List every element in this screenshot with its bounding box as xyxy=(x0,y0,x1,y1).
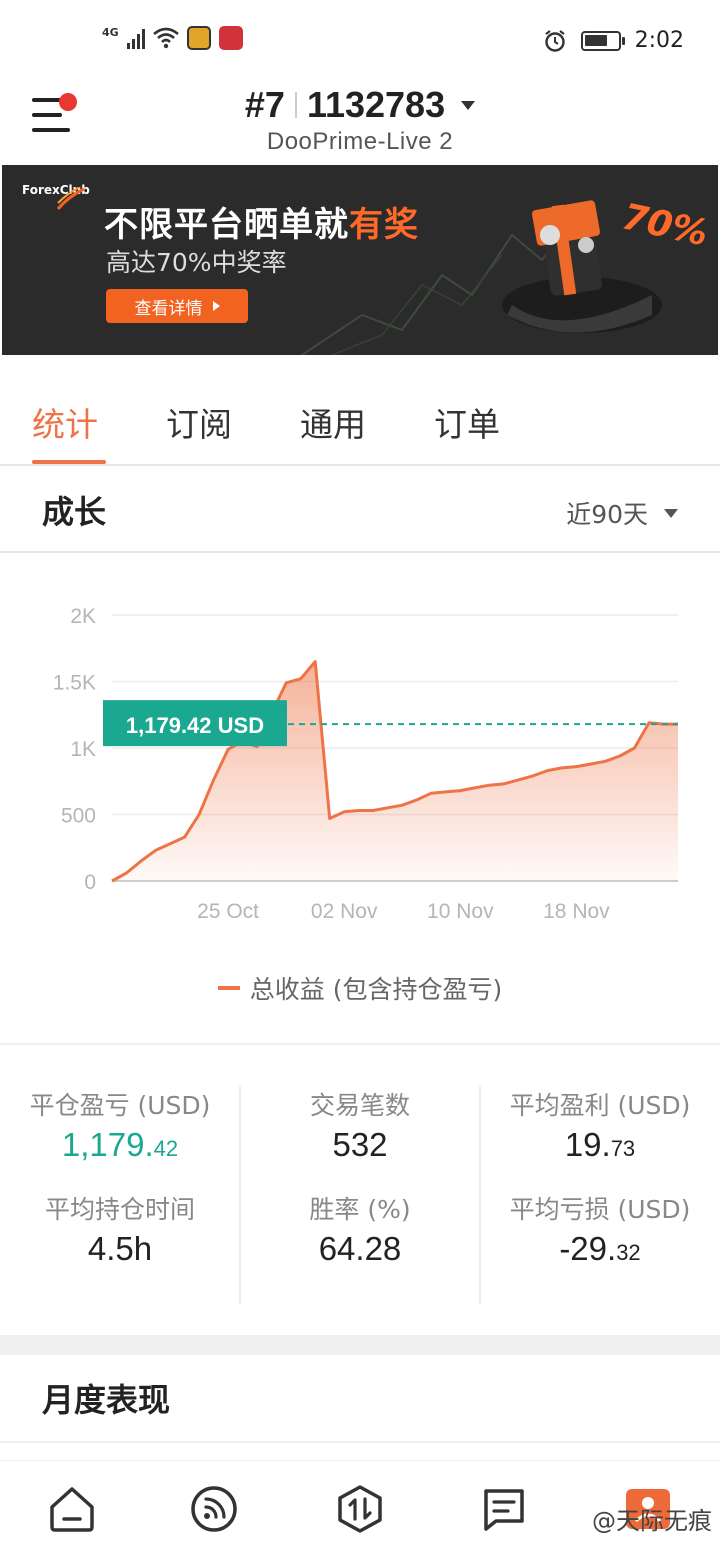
active-tab-indicator xyxy=(32,460,106,464)
alarm-icon xyxy=(544,29,565,52)
chevron-down-icon xyxy=(664,508,678,518)
growth-chart[interactable]: 0 500 1K 1.5K 2K 25 Oct 02 Nov 10 Nov 18 Nov 1,17… xyxy=(0,555,720,1045)
battery-icon xyxy=(580,30,625,51)
x-tick-label: 18 Nov xyxy=(543,900,610,923)
x-tick-label: 02 Nov xyxy=(311,900,378,923)
home-icon[interactable] xyxy=(46,1483,98,1535)
stat-avg-profit: 平均盈利 (USD) 19.73 xyxy=(480,1086,720,1164)
tab-stats[interactable]: 统计 xyxy=(32,398,98,446)
chart-legend: 总收益 (包含持仓盈亏) xyxy=(0,970,720,1006)
stat-value: 1,179.42 xyxy=(61,1126,179,1163)
y-tick-label: 500 xyxy=(61,805,96,828)
stat-value: 4.5h xyxy=(87,1230,153,1267)
x-tick-label: 25 Oct xyxy=(197,900,259,923)
stat-closed-pnl: 平仓盈亏 (USD) 1,179.42 xyxy=(0,1086,240,1164)
banner-subtitle: 高达70%中奖率 xyxy=(106,248,287,277)
stat-win-rate: 胜率 (%) 64.28 xyxy=(240,1190,480,1268)
stat-avg-loss: 平均亏损 (USD) -29.32 xyxy=(480,1190,720,1268)
banner-title: 不限平台晒单就有奖 xyxy=(104,197,419,246)
stat-value: -29.32 xyxy=(559,1230,641,1267)
banner-title-highlight: 有奖 xyxy=(349,205,419,245)
tab-bar: 统计 订阅 通用 订单 xyxy=(0,356,720,466)
status-icons-left: 4G xyxy=(102,26,243,50)
stat-label: 交易笔数 xyxy=(309,1091,410,1120)
promo-banner[interactable]: ForexClub 不限平台晒单就有奖 高达70%中奖率 查看详情 70% xyxy=(2,165,718,355)
stat-label: 平均持仓时间 xyxy=(44,1195,195,1224)
cell-signal-icon xyxy=(126,27,145,49)
view-details-button[interactable]: 查看详情 xyxy=(106,289,248,323)
message-icon[interactable] xyxy=(478,1483,530,1535)
stat-label: 平仓盈亏 (USD) xyxy=(29,1091,211,1120)
separator xyxy=(294,92,297,118)
y-tick-label: 1.5K xyxy=(53,672,96,695)
status-bar: 4G 2:02 xyxy=(0,0,720,84)
play-arrow-icon xyxy=(212,301,220,311)
stat-avg-hold-time: 平均持仓时间 4.5h xyxy=(0,1190,240,1268)
clock: 2:02 xyxy=(634,28,684,53)
account-number: 1132783 xyxy=(306,84,446,125)
stat-label: 平均亏损 (USD) xyxy=(509,1195,691,1224)
section-divider xyxy=(0,1335,720,1355)
stat-value: 64.28 xyxy=(318,1230,402,1267)
tab-orders[interactable]: 订单 xyxy=(434,398,500,446)
notification-bank-icon xyxy=(218,26,243,50)
signal-feed-icon[interactable] xyxy=(188,1483,240,1535)
account-selector[interactable]: #7 1132783 DooPrime-Live 2 xyxy=(0,84,720,156)
value-tooltip-label: 1,179.42 USD xyxy=(126,713,264,738)
series-area xyxy=(112,661,678,881)
brand-mark-icon xyxy=(56,187,85,210)
trade-arrows-icon[interactable] xyxy=(334,1483,386,1535)
app-header: #7 1132783 DooPrime-Live 2 xyxy=(0,84,720,164)
notification-app-icon xyxy=(186,26,211,50)
status-icons-right: 2:02 xyxy=(543,28,684,53)
period-label: 近90天 xyxy=(566,500,648,529)
growth-section-header: 成长 近90天 xyxy=(0,467,720,553)
watermark-text: @天际无痕 xyxy=(592,1507,712,1535)
stat-label: 平均盈利 (USD) xyxy=(509,1091,691,1120)
growth-title: 成长 xyxy=(42,493,107,531)
banner-title-main: 不限平台晒单就 xyxy=(104,205,349,245)
legend-swatch xyxy=(217,986,240,990)
stats-grid: 平仓盈亏 (USD) 1,179.42 交易笔数 532 平均盈利 (USD) … xyxy=(0,1048,720,1333)
stat-value: 532 xyxy=(332,1126,388,1163)
y-tick-label: 0 xyxy=(84,871,96,894)
bottom-nav: @天际无痕 xyxy=(0,1460,720,1560)
x-tick-label: 10 Nov xyxy=(427,900,494,923)
network-type: 4G xyxy=(102,25,119,39)
tab-subscribe[interactable]: 订阅 xyxy=(166,398,232,446)
server-name: DooPrime-Live 2 xyxy=(266,128,454,155)
view-details-label: 查看详情 xyxy=(134,298,203,319)
monthly-title: 月度表现 xyxy=(42,1381,171,1419)
chevron-down-icon xyxy=(461,100,476,110)
period-selector[interactable]: 近90天 xyxy=(566,495,678,531)
legend-label: 总收益 (包含持仓盈亏) xyxy=(249,975,503,1004)
tab-general[interactable]: 通用 xyxy=(300,398,366,446)
y-tick-label: 2K xyxy=(70,605,96,628)
stat-label: 胜率 (%) xyxy=(309,1195,411,1224)
stat-trade-count: 交易笔数 532 xyxy=(240,1086,480,1164)
y-tick-label: 1K xyxy=(70,738,96,761)
growth-chart-svg: 0 500 1K 1.5K 2K 25 Oct 02 Nov 10 Nov 18 Nov 1,17… xyxy=(53,605,678,923)
stat-value: 19.73 xyxy=(564,1126,636,1163)
account-prefix: #7 xyxy=(244,84,285,125)
monthly-section-header[interactable]: 月度表现 xyxy=(0,1355,720,1443)
wifi-icon xyxy=(152,27,179,49)
